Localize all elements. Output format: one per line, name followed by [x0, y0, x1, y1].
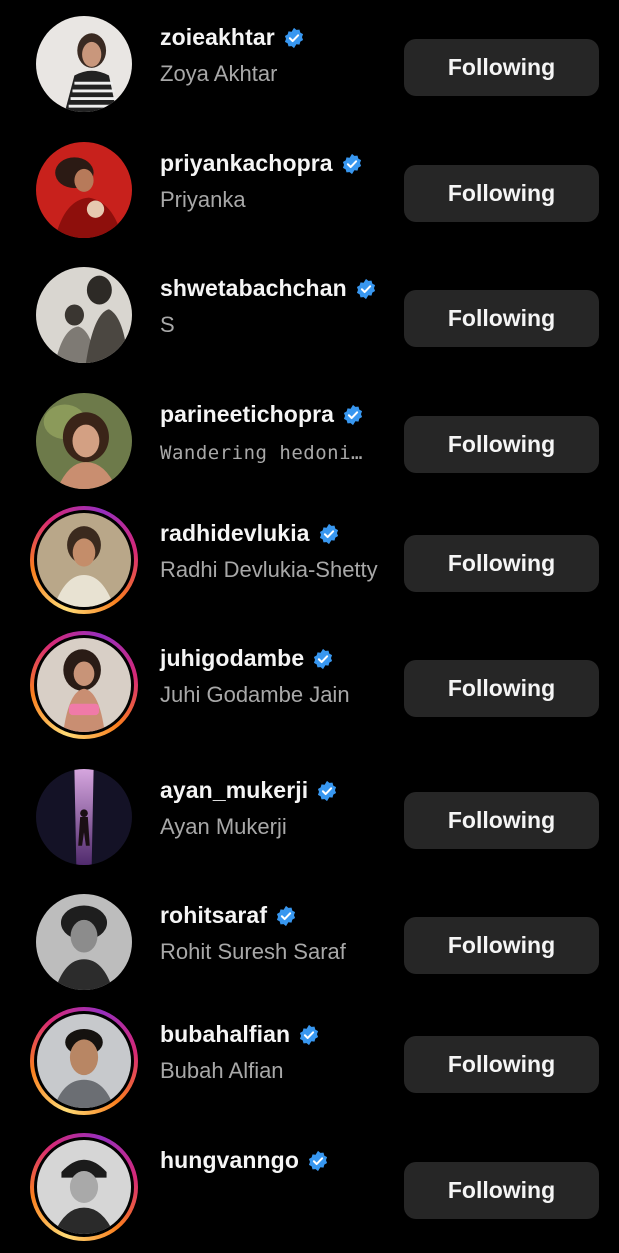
account-row-radhidevlukia[interactable]: radhidevlukia Radhi Devlukia-Shetty Foll…	[0, 506, 619, 626]
following-button[interactable]: Following	[404, 290, 599, 347]
username[interactable]: zoieakhtar	[160, 24, 275, 51]
full-name: Juhi Godambe Jain	[160, 682, 350, 707]
account-row-juhigodambe[interactable]: juhigodambe Juhi Godambe Jain Following	[0, 631, 619, 751]
verified-badge-icon	[283, 27, 305, 49]
avatar[interactable]	[30, 387, 138, 495]
avatar[interactable]	[30, 10, 138, 118]
verified-badge-icon	[341, 153, 363, 175]
avatar-story-ring[interactable]	[30, 1007, 138, 1115]
full-name: Radhi Devlukia-Shetty	[160, 557, 378, 582]
profile-photo-icon	[36, 769, 132, 865]
following-button[interactable]: Following	[404, 792, 599, 849]
verified-badge-icon	[316, 780, 338, 802]
following-button[interactable]: Following	[404, 917, 599, 974]
profile-photo-icon	[37, 513, 131, 607]
full-name: Bubah Alfian	[160, 1058, 284, 1083]
profile-photo-icon	[36, 16, 132, 112]
username[interactable]: bubahalfian	[160, 1021, 290, 1048]
account-row-hungvanngo[interactable]: hungvanngo Following	[0, 1133, 619, 1253]
profile-photo-icon	[37, 1140, 131, 1234]
profile-photo-icon	[37, 1014, 131, 1108]
profile-photo-icon	[36, 267, 132, 363]
account-row-zoieakhtar[interactable]: zoieakhtar Zoya Akhtar Following	[0, 10, 619, 130]
full-name: Rohit Suresh Saraf	[160, 939, 346, 964]
profile-photo-icon	[37, 638, 131, 732]
following-button[interactable]: Following	[404, 1036, 599, 1093]
avatar-story-ring[interactable]	[30, 631, 138, 739]
verified-badge-icon	[318, 523, 340, 545]
account-row-parineetichopra[interactable]: parineetichopra Wandering hedoni… Follow…	[0, 387, 619, 507]
account-row-priyankachopra[interactable]: priyankachopra Priyanka Following	[0, 136, 619, 256]
avatar[interactable]	[30, 763, 138, 871]
avatar[interactable]	[30, 261, 138, 369]
following-button[interactable]: Following	[404, 416, 599, 473]
following-button[interactable]: Following	[404, 165, 599, 222]
avatar[interactable]	[30, 136, 138, 244]
avatar[interactable]	[30, 888, 138, 996]
avatar-story-ring[interactable]	[30, 506, 138, 614]
full-name: Priyanka	[160, 187, 246, 212]
account-row-shwetabachchan[interactable]: shwetabachchan S Following	[0, 261, 619, 381]
avatar-story-ring[interactable]	[30, 1133, 138, 1241]
username[interactable]: radhidevlukia	[160, 520, 310, 547]
following-button[interactable]: Following	[404, 1162, 599, 1219]
profile-photo-icon	[36, 393, 132, 489]
following-button[interactable]: Following	[404, 660, 599, 717]
account-row-ayan-mukerji[interactable]: ayan_mukerji Ayan Mukerji Following	[0, 763, 619, 883]
verified-badge-icon	[307, 1150, 329, 1172]
account-row-rohitsaraf[interactable]: rohitsaraf Rohit Suresh Saraf Following	[0, 888, 619, 1008]
profile-photo-icon	[36, 894, 132, 990]
full-name: Wandering hedoni…	[160, 442, 363, 464]
username[interactable]: juhigodambe	[160, 645, 304, 672]
username[interactable]: hungvanngo	[160, 1147, 299, 1174]
account-row-bubahalfian[interactable]: bubahalfian Bubah Alfian Following	[0, 1007, 619, 1127]
username[interactable]: parineetichopra	[160, 401, 334, 428]
full-name: Ayan Mukerji	[160, 814, 287, 839]
username[interactable]: shwetabachchan	[160, 275, 347, 302]
username[interactable]: rohitsaraf	[160, 902, 267, 929]
following-button[interactable]: Following	[404, 39, 599, 96]
verified-badge-icon	[275, 905, 297, 927]
verified-badge-icon	[355, 278, 377, 300]
verified-badge-icon	[298, 1024, 320, 1046]
full-name: Zoya Akhtar	[160, 61, 278, 86]
username[interactable]: ayan_mukerji	[160, 777, 308, 804]
username[interactable]: priyankachopra	[160, 150, 333, 177]
following-button[interactable]: Following	[404, 535, 599, 592]
verified-badge-icon	[312, 648, 334, 670]
verified-badge-icon	[342, 404, 364, 426]
full-name: S	[160, 312, 175, 337]
profile-photo-icon	[36, 142, 132, 238]
